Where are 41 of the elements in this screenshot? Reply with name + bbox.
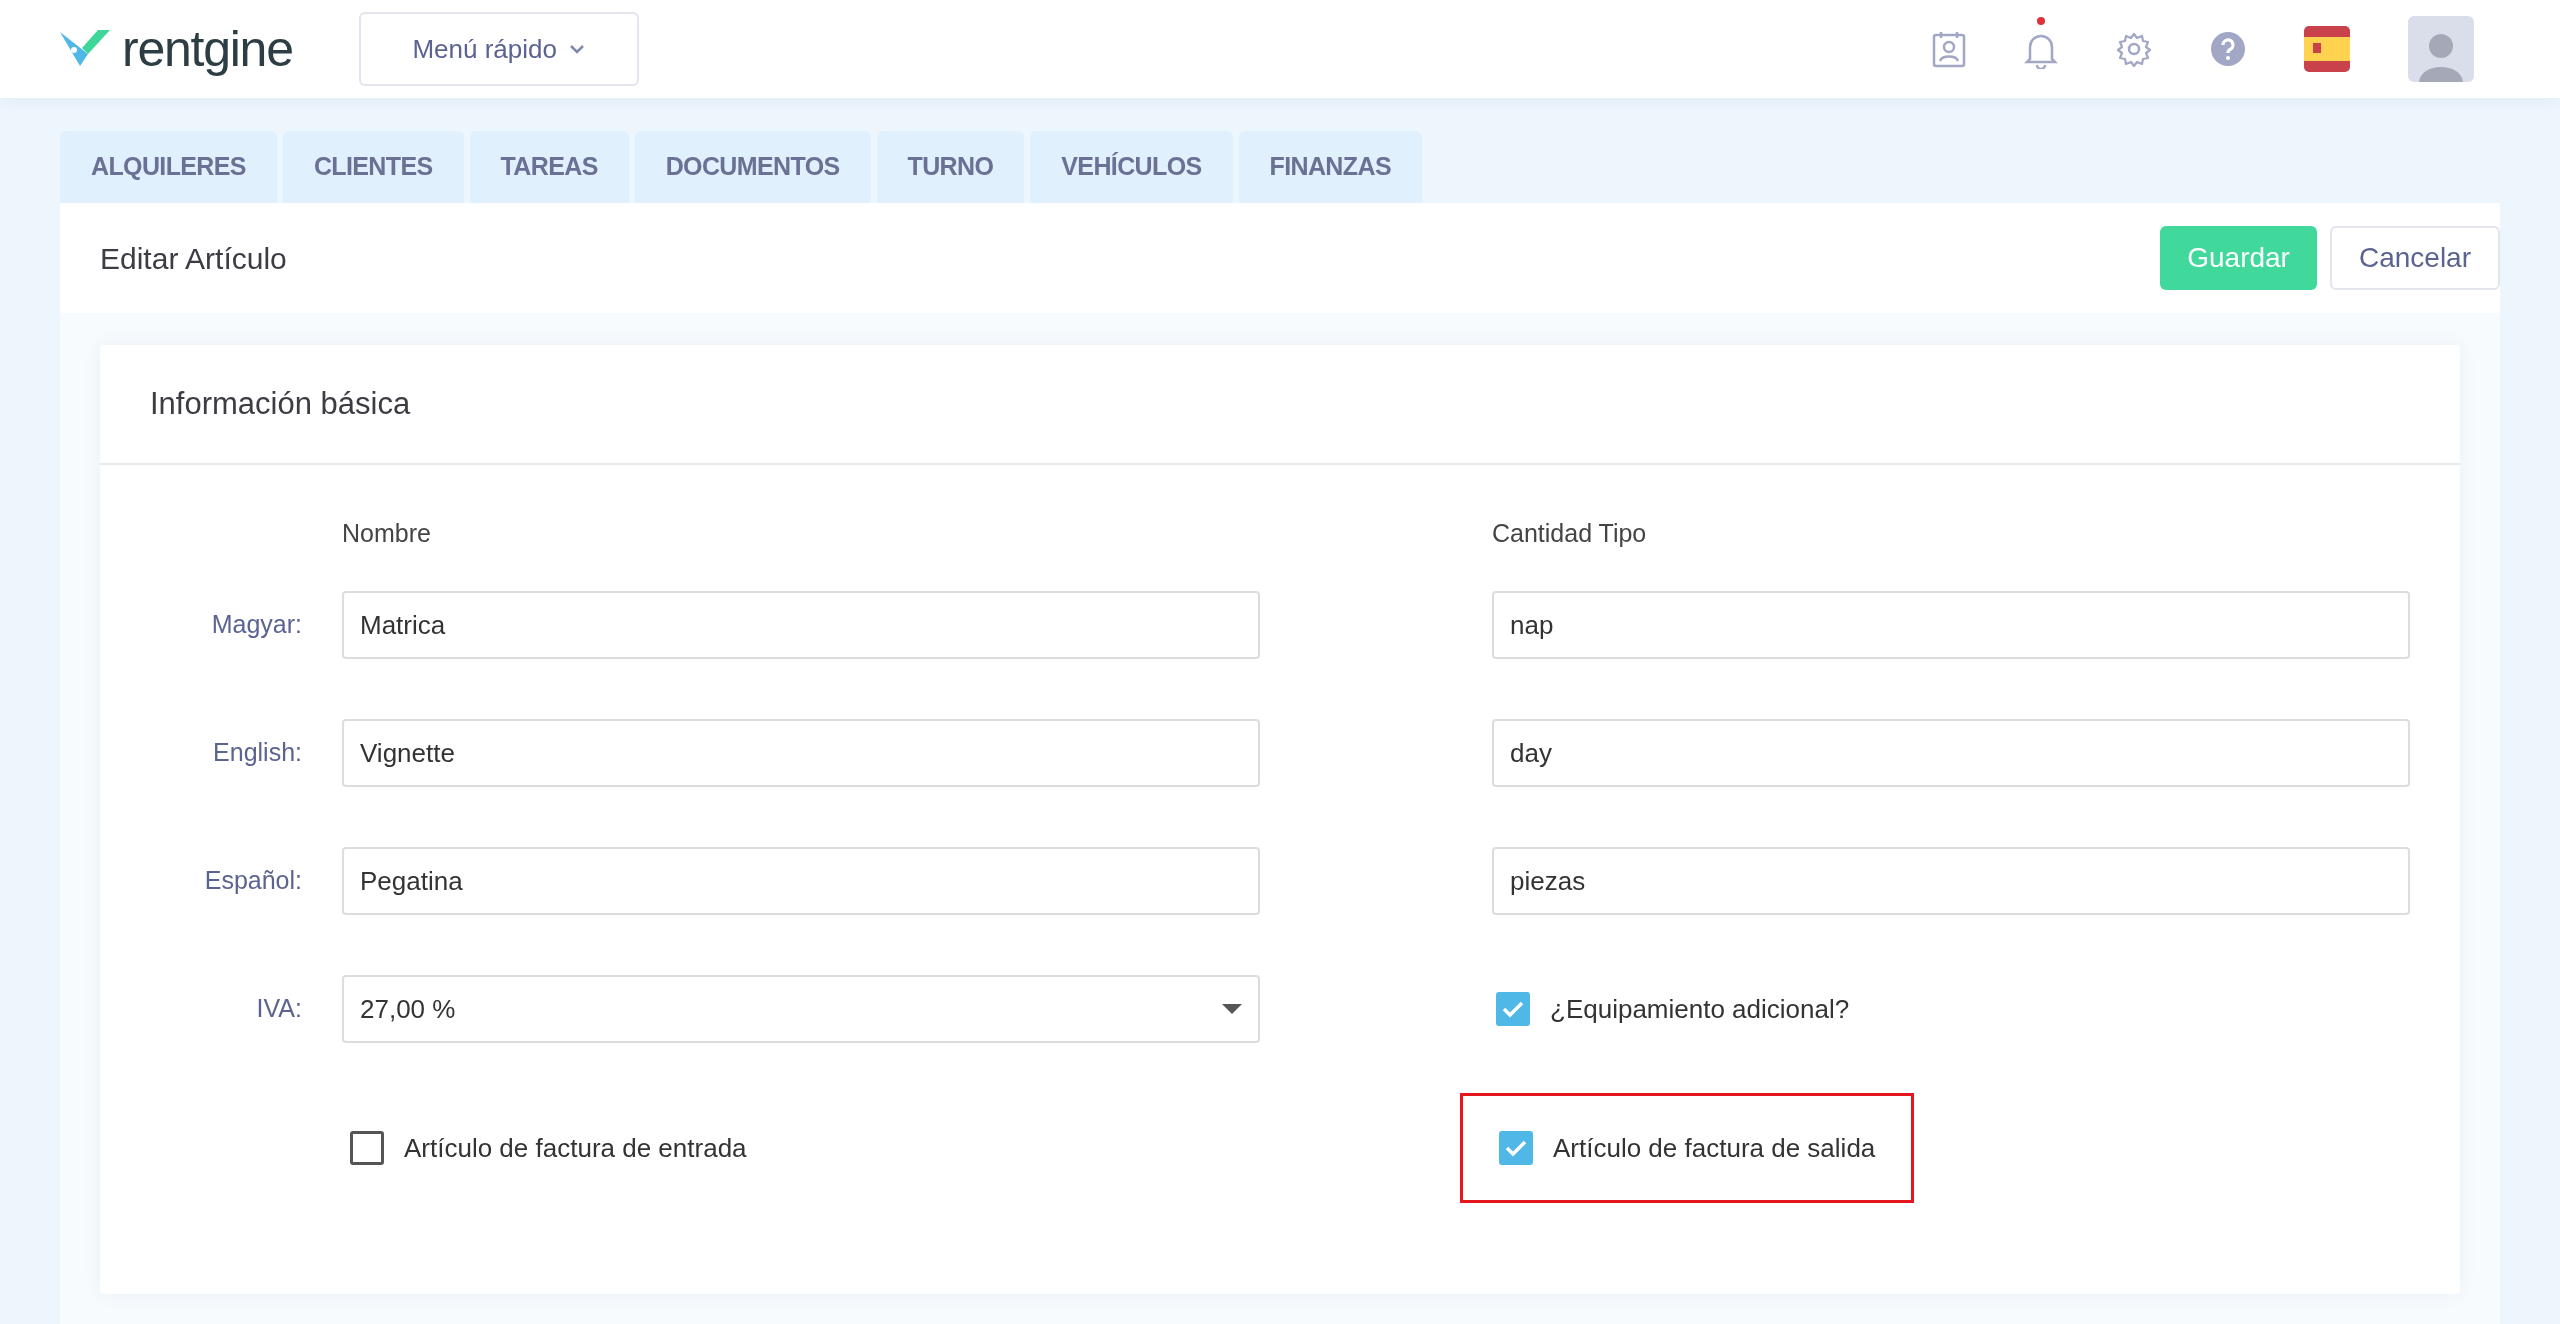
language-label: English: [212, 737, 303, 769]
column-header: Nombre [342, 518, 432, 549]
checkbox[interactable] [1499, 1131, 1533, 1165]
contact-card-icon[interactable] [1932, 30, 1966, 68]
name-field[interactable]: Vignette [342, 719, 1260, 787]
section-title: Información básica [150, 384, 411, 423]
nav-tab[interactable]: DOCUMENTOS [634, 131, 871, 203]
chevron-down-icon [568, 44, 585, 54]
checkbox-label: Artículo de factura de entrada [404, 1131, 747, 1165]
nav-tab[interactable]: FINANZAS [1238, 131, 1422, 203]
language-label: Español: [203, 865, 303, 897]
vat-label: IVA: [255, 993, 303, 1025]
quick-menu-button[interactable]: Menú rápido [358, 12, 639, 86]
avatar[interactable] [2408, 16, 2474, 82]
quantity-type-field[interactable]: day [1492, 719, 2410, 787]
page-title: Editar Artículo [100, 240, 287, 277]
quantity-type-field[interactable]: piezas [1492, 847, 2410, 915]
name-field[interactable]: Pegatina [342, 847, 1260, 915]
language-label: Magyar: [210, 609, 303, 641]
checkmark-icon [1505, 1139, 1527, 1157]
nav-tab[interactable]: ALQUILERES [60, 131, 277, 203]
vat-dropdown[interactable]: 27,00 % [342, 975, 1260, 1043]
dropdown-arrow-icon [1222, 1004, 1242, 1014]
checkbox[interactable] [1496, 992, 1530, 1026]
quantity-type-field[interactable]: nap [1492, 591, 2410, 659]
name-field[interactable]: Matrica [342, 591, 1260, 659]
logo-text: rentgine [122, 24, 293, 74]
checkbox[interactable] [350, 1131, 384, 1165]
nav-tab[interactable]: TAREAS [469, 131, 629, 203]
nav-tab[interactable]: CLIENTES [282, 131, 464, 203]
nav-tab[interactable]: VEHÍCULOS [1030, 131, 1233, 203]
cancel-button[interactable]: Cancelar [2329, 226, 2500, 290]
vat-value: 27,00 % [360, 992, 456, 1026]
spain-flag-icon[interactable] [2304, 26, 2350, 72]
checkbox-label: ¿Equipamiento adicional? [1550, 992, 1850, 1026]
settings-icon[interactable] [2116, 31, 2152, 67]
help-icon[interactable] [2210, 31, 2246, 67]
nav-tab[interactable]: TURNO [876, 131, 1025, 203]
column-header: Cantidad Tipo [1492, 518, 1648, 549]
checkbox-label: Artículo de factura de salida [1553, 1131, 1876, 1165]
checkmark-icon [1502, 1000, 1524, 1018]
